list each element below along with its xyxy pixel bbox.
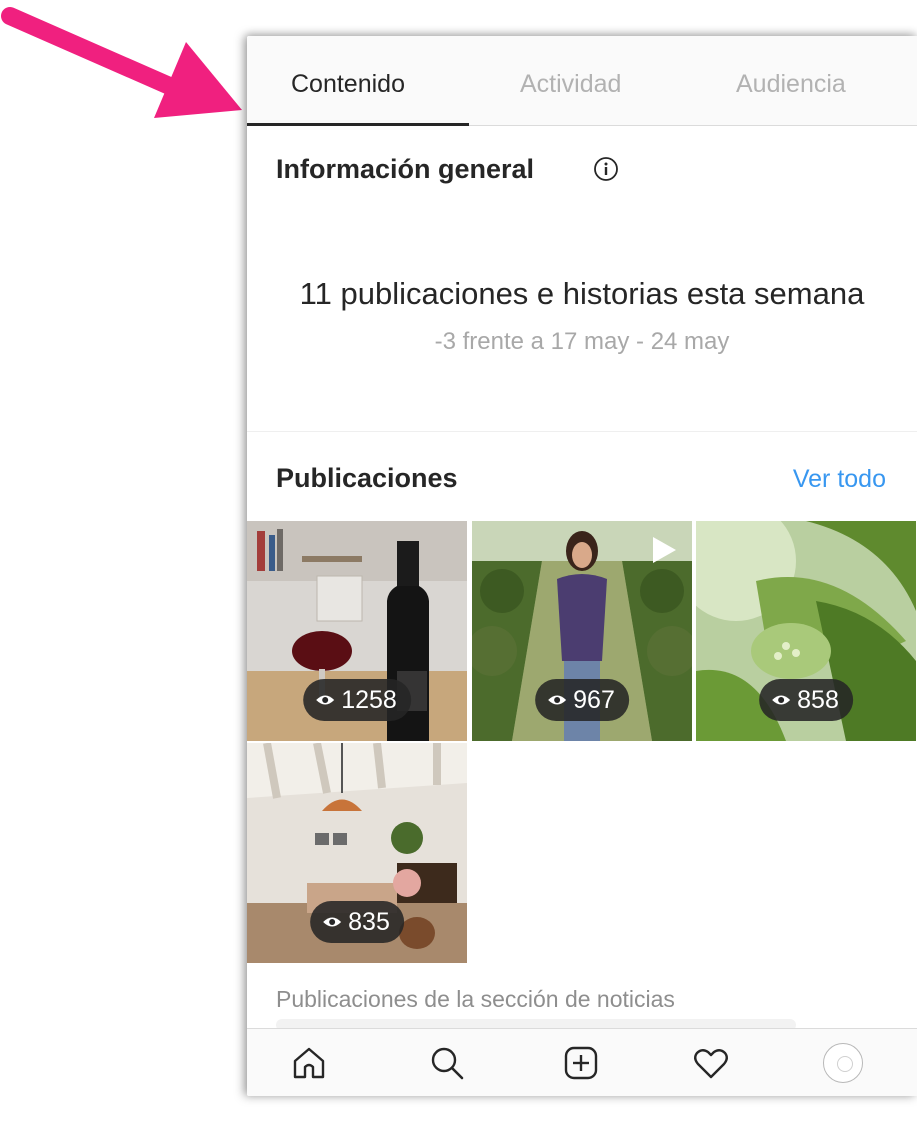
nav-new-post[interactable] bbox=[555, 1039, 607, 1087]
eye-icon bbox=[323, 917, 342, 927]
add-post-icon bbox=[564, 1046, 598, 1080]
active-tab-indicator bbox=[247, 123, 469, 126]
view-count: 858 bbox=[797, 685, 839, 714]
search-icon bbox=[431, 1047, 464, 1080]
tab-actividad[interactable]: Actividad bbox=[520, 70, 621, 99]
video-play-icon bbox=[653, 537, 676, 563]
tab-contenido[interactable]: Contenido bbox=[291, 70, 405, 99]
insights-tabs: Contenido Actividad Audiencia bbox=[247, 36, 917, 126]
eye-icon bbox=[316, 695, 335, 705]
weekly-delta: -3 frente a 17 may - 24 may bbox=[434, 328, 730, 355]
view-count-badge: 967 bbox=[535, 679, 629, 721]
overview-title: Información general bbox=[276, 154, 535, 184]
eye-icon bbox=[548, 695, 567, 705]
profile-avatar bbox=[823, 1043, 863, 1083]
info-icon[interactable] bbox=[593, 156, 619, 182]
weekly-summary: 11 publicaciones e historias esta semana bbox=[299, 276, 865, 311]
view-count: 835 bbox=[348, 907, 390, 936]
section-divider bbox=[247, 431, 917, 432]
feed-posts-note: Publicaciones de la sección de noticias bbox=[276, 986, 675, 1012]
home-icon bbox=[293, 1047, 325, 1079]
annotation-arrow bbox=[1, 7, 242, 118]
post-thumbnail[interactable]: 835 bbox=[247, 743, 467, 963]
bottom-nav bbox=[247, 1028, 917, 1096]
view-count-badge: 835 bbox=[310, 901, 404, 943]
view-count-badge: 858 bbox=[759, 679, 853, 721]
view-count: 967 bbox=[573, 685, 615, 714]
nav-home[interactable] bbox=[283, 1039, 335, 1087]
eye-icon bbox=[772, 695, 791, 705]
post-thumbnail[interactable]: 1258 bbox=[247, 521, 467, 741]
tab-audiencia[interactable]: Audiencia bbox=[736, 70, 846, 99]
nav-search[interactable] bbox=[421, 1039, 473, 1087]
post-thumbnail[interactable]: 858 bbox=[696, 521, 916, 741]
nav-activity[interactable] bbox=[685, 1039, 737, 1087]
post-thumbnail[interactable]: 967 bbox=[472, 521, 692, 741]
view-count-badge: 1258 bbox=[303, 679, 411, 721]
see-all-link[interactable]: Ver todo bbox=[793, 465, 886, 494]
heart-icon bbox=[694, 1049, 728, 1079]
view-count: 1258 bbox=[341, 685, 397, 714]
insights-screen: Contenido Actividad Audiencia Informació… bbox=[247, 36, 917, 1096]
posts-grid: 1258 967 858 835 bbox=[247, 521, 917, 963]
posts-section-title: Publicaciones bbox=[276, 463, 458, 493]
nav-profile[interactable] bbox=[817, 1039, 869, 1087]
